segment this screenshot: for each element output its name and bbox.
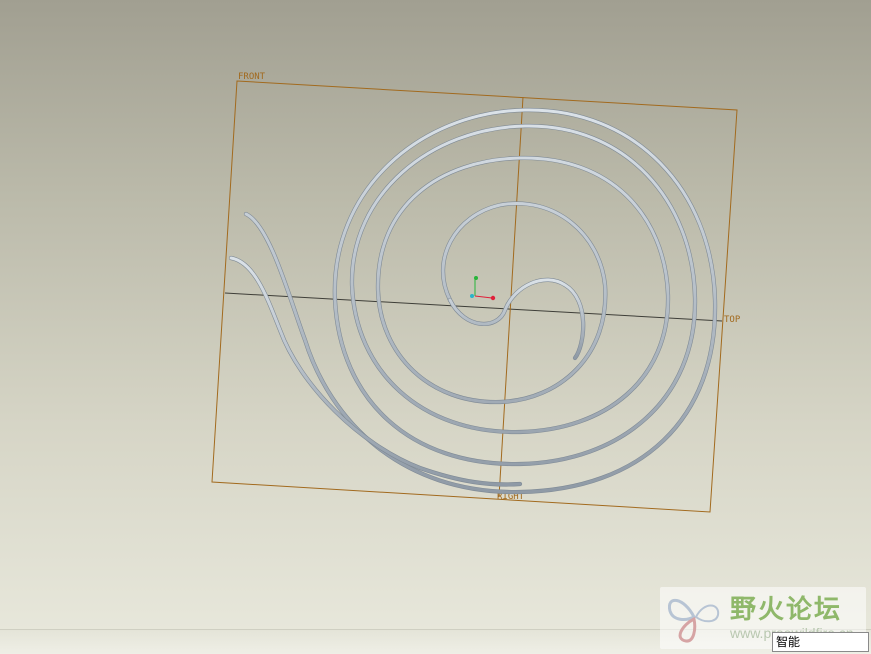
spiral-curve[interactable]	[243, 107, 718, 495]
front-plane-label: FRONT	[238, 72, 266, 82]
butterfly-logo-icon	[667, 599, 720, 643]
top-plane-label: TOP	[724, 315, 741, 325]
graphics-viewport[interactable]: FRONT TOP RIGHT	[0, 0, 871, 654]
coordinate-system-icon	[470, 276, 496, 301]
spiral-tube-model[interactable]	[228, 107, 718, 495]
outer-tail-curve[interactable]	[228, 255, 523, 487]
selection-filter-dropdown[interactable]: 智能	[772, 632, 869, 652]
watermark-title: 野火论坛	[730, 595, 843, 625]
